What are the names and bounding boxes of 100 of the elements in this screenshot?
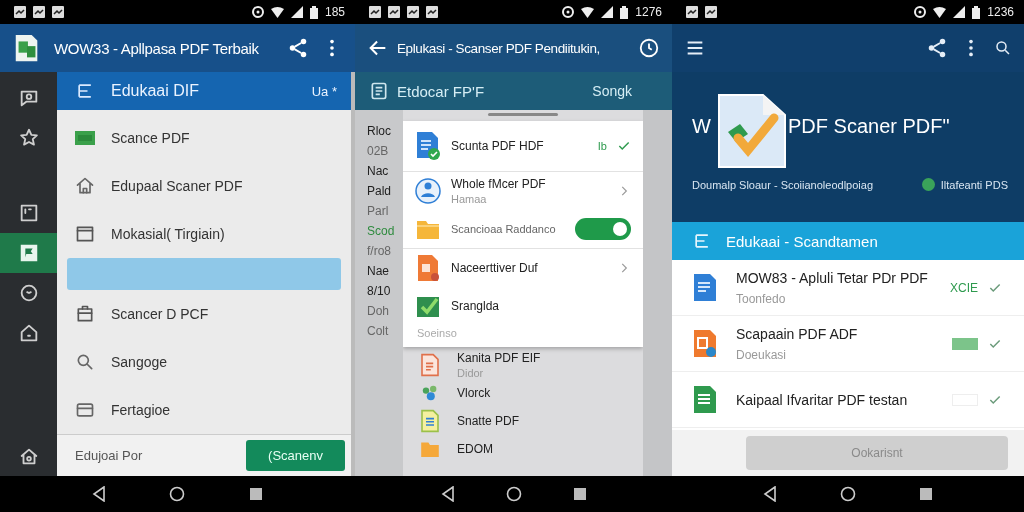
notification-icon <box>33 6 45 18</box>
share-icon[interactable] <box>287 37 309 59</box>
document-icon <box>692 328 718 359</box>
sheet-caption: Soeinso <box>416 326 458 341</box>
file-title: Kaipaal Ifvaritar PDF testan <box>736 391 909 408</box>
menu-item[interactable]: Edupaal Scaner PDF <box>57 162 351 210</box>
list-text: Colt <box>367 324 390 338</box>
hero-label: Iltafeanti PDS <box>940 178 1008 191</box>
hero-title: PDF Scaner PDF" <box>788 114 950 138</box>
status-time: 185 <box>324 5 345 19</box>
list-text: Doh <box>367 304 390 318</box>
search-icon <box>75 352 95 372</box>
menu-item[interactable]: Scancer D PCF <box>57 290 351 338</box>
file-title: EDOM <box>457 442 494 456</box>
back-icon[interactable] <box>440 486 455 502</box>
header-action[interactable]: Songk <box>592 83 632 99</box>
back-icon[interactable] <box>91 486 106 502</box>
check-icon <box>617 139 631 153</box>
list-text: f/ro8 <box>367 244 392 258</box>
panel-title: Edukaai DIF <box>111 82 201 100</box>
notification-icon <box>369 6 381 18</box>
file-title: Vlorck <box>457 386 492 400</box>
option-title: Scancioaa Raddanco <box>451 223 557 235</box>
list-text: Nae <box>367 264 390 278</box>
file-row[interactable]: Scapaain PDF ADF Doeukasi <box>672 316 1024 372</box>
notification-icon <box>705 6 717 18</box>
recents-icon[interactable] <box>572 487 587 501</box>
list-text: 02B <box>367 144 390 158</box>
signal-icon <box>953 6 966 18</box>
hero-title-start: W <box>692 114 712 138</box>
option-value: Ib <box>597 140 607 152</box>
sheet-handle[interactable] <box>488 113 558 116</box>
option-title: Scunta PDF HDF <box>451 139 545 153</box>
file-subtitle: Doeukasi <box>736 347 788 362</box>
person-icon <box>415 176 441 206</box>
notification-icon <box>388 6 400 18</box>
file-title: Scapaain PDF ADF <box>736 325 859 342</box>
file-status: XCIE <box>950 280 978 295</box>
signal-icon <box>290 6 303 18</box>
option-title: Whole fMcer PDF <box>451 177 547 191</box>
home-icon[interactable] <box>505 486 522 502</box>
list-text: Nac <box>367 164 390 178</box>
notification-icon <box>52 6 64 18</box>
footer-text: Edujoai Por <box>75 448 143 463</box>
document-icon <box>415 131 441 161</box>
list-text: Pald <box>367 184 393 198</box>
battery-icon <box>309 5 318 19</box>
header-title: Etdocar FP'F <box>397 82 486 100</box>
notification-icon <box>407 6 419 18</box>
back-icon[interactable] <box>763 486 778 502</box>
home-icon[interactable] <box>840 486 856 502</box>
file-title: MOW83 - Apluli Tetar PDr PDF <box>736 269 929 286</box>
status-time: 1236 <box>987 5 1014 19</box>
file-subtitle: Didor <box>457 367 485 379</box>
notification-icon <box>14 6 26 18</box>
file-icon <box>75 131 95 145</box>
wifi-icon <box>933 6 947 18</box>
app-title: WOW33 - Apllpasa PDF Terbaik <box>54 39 260 57</box>
file-subtitle: Toonfedo <box>736 291 787 306</box>
share-icon[interactable] <box>926 37 948 59</box>
status-bar <box>952 337 978 350</box>
hero-subtitle: Doumalp Sloaur - Scoiianoleodlpoiag <box>692 178 873 191</box>
document-icon <box>692 384 718 415</box>
file-title: Kanita PDF EIF <box>457 351 542 365</box>
option-subtitle: Hamaa <box>451 193 488 205</box>
document-icon <box>369 81 389 101</box>
menu-item[interactable]: Scance PDF <box>57 114 351 162</box>
home-icon[interactable] <box>169 486 186 502</box>
recents-icon[interactable] <box>249 487 264 501</box>
list-text: Scod <box>367 224 396 238</box>
recents-icon[interactable] <box>918 487 933 501</box>
menu-item[interactable]: Sangoge <box>57 338 351 386</box>
list-text: 8/10 <box>367 284 392 298</box>
option-title: Naceerttiver Duf <box>451 261 539 275</box>
menu-item[interactable]: Fertagioe <box>57 386 351 434</box>
app-title: Eplukasi - Scanser PDF Pendiitukin, <box>397 40 601 56</box>
panel-label: Ua * <box>311 83 337 99</box>
list-text: Parl <box>367 204 390 218</box>
section-title: Edukaai - Scandtamen <box>726 232 878 250</box>
notification-icon <box>686 6 698 18</box>
file-row[interactable]: MOW83 - Apluli Tetar PDr PDF Toonfedo XCIE <box>672 260 1024 316</box>
status-time: 1276 <box>635 5 662 19</box>
option-title: Sranglda <box>451 299 501 313</box>
file-row[interactable]: Kaipaal Ifvaritar PDF testan <box>672 372 1024 428</box>
wifi-icon <box>270 6 284 18</box>
status-dot <box>921 178 935 191</box>
notification-icon <box>426 6 438 18</box>
document-check-icon <box>718 94 786 168</box>
signal-icon <box>601 6 614 18</box>
document-icon <box>692 272 718 303</box>
document-icon <box>415 253 441 283</box>
search-icon[interactable] <box>994 39 1012 57</box>
battery-icon <box>620 5 629 19</box>
menu-item[interactable]: Mokasial( Tirgiain) <box>57 210 351 258</box>
scan-button[interactable]: (Scanenv <box>246 440 345 471</box>
card-icon <box>75 400 95 420</box>
toggle-switch[interactable] <box>575 218 631 240</box>
home-icon <box>75 176 95 196</box>
rail-item[interactable] <box>0 233 57 273</box>
window-icon <box>75 224 95 244</box>
